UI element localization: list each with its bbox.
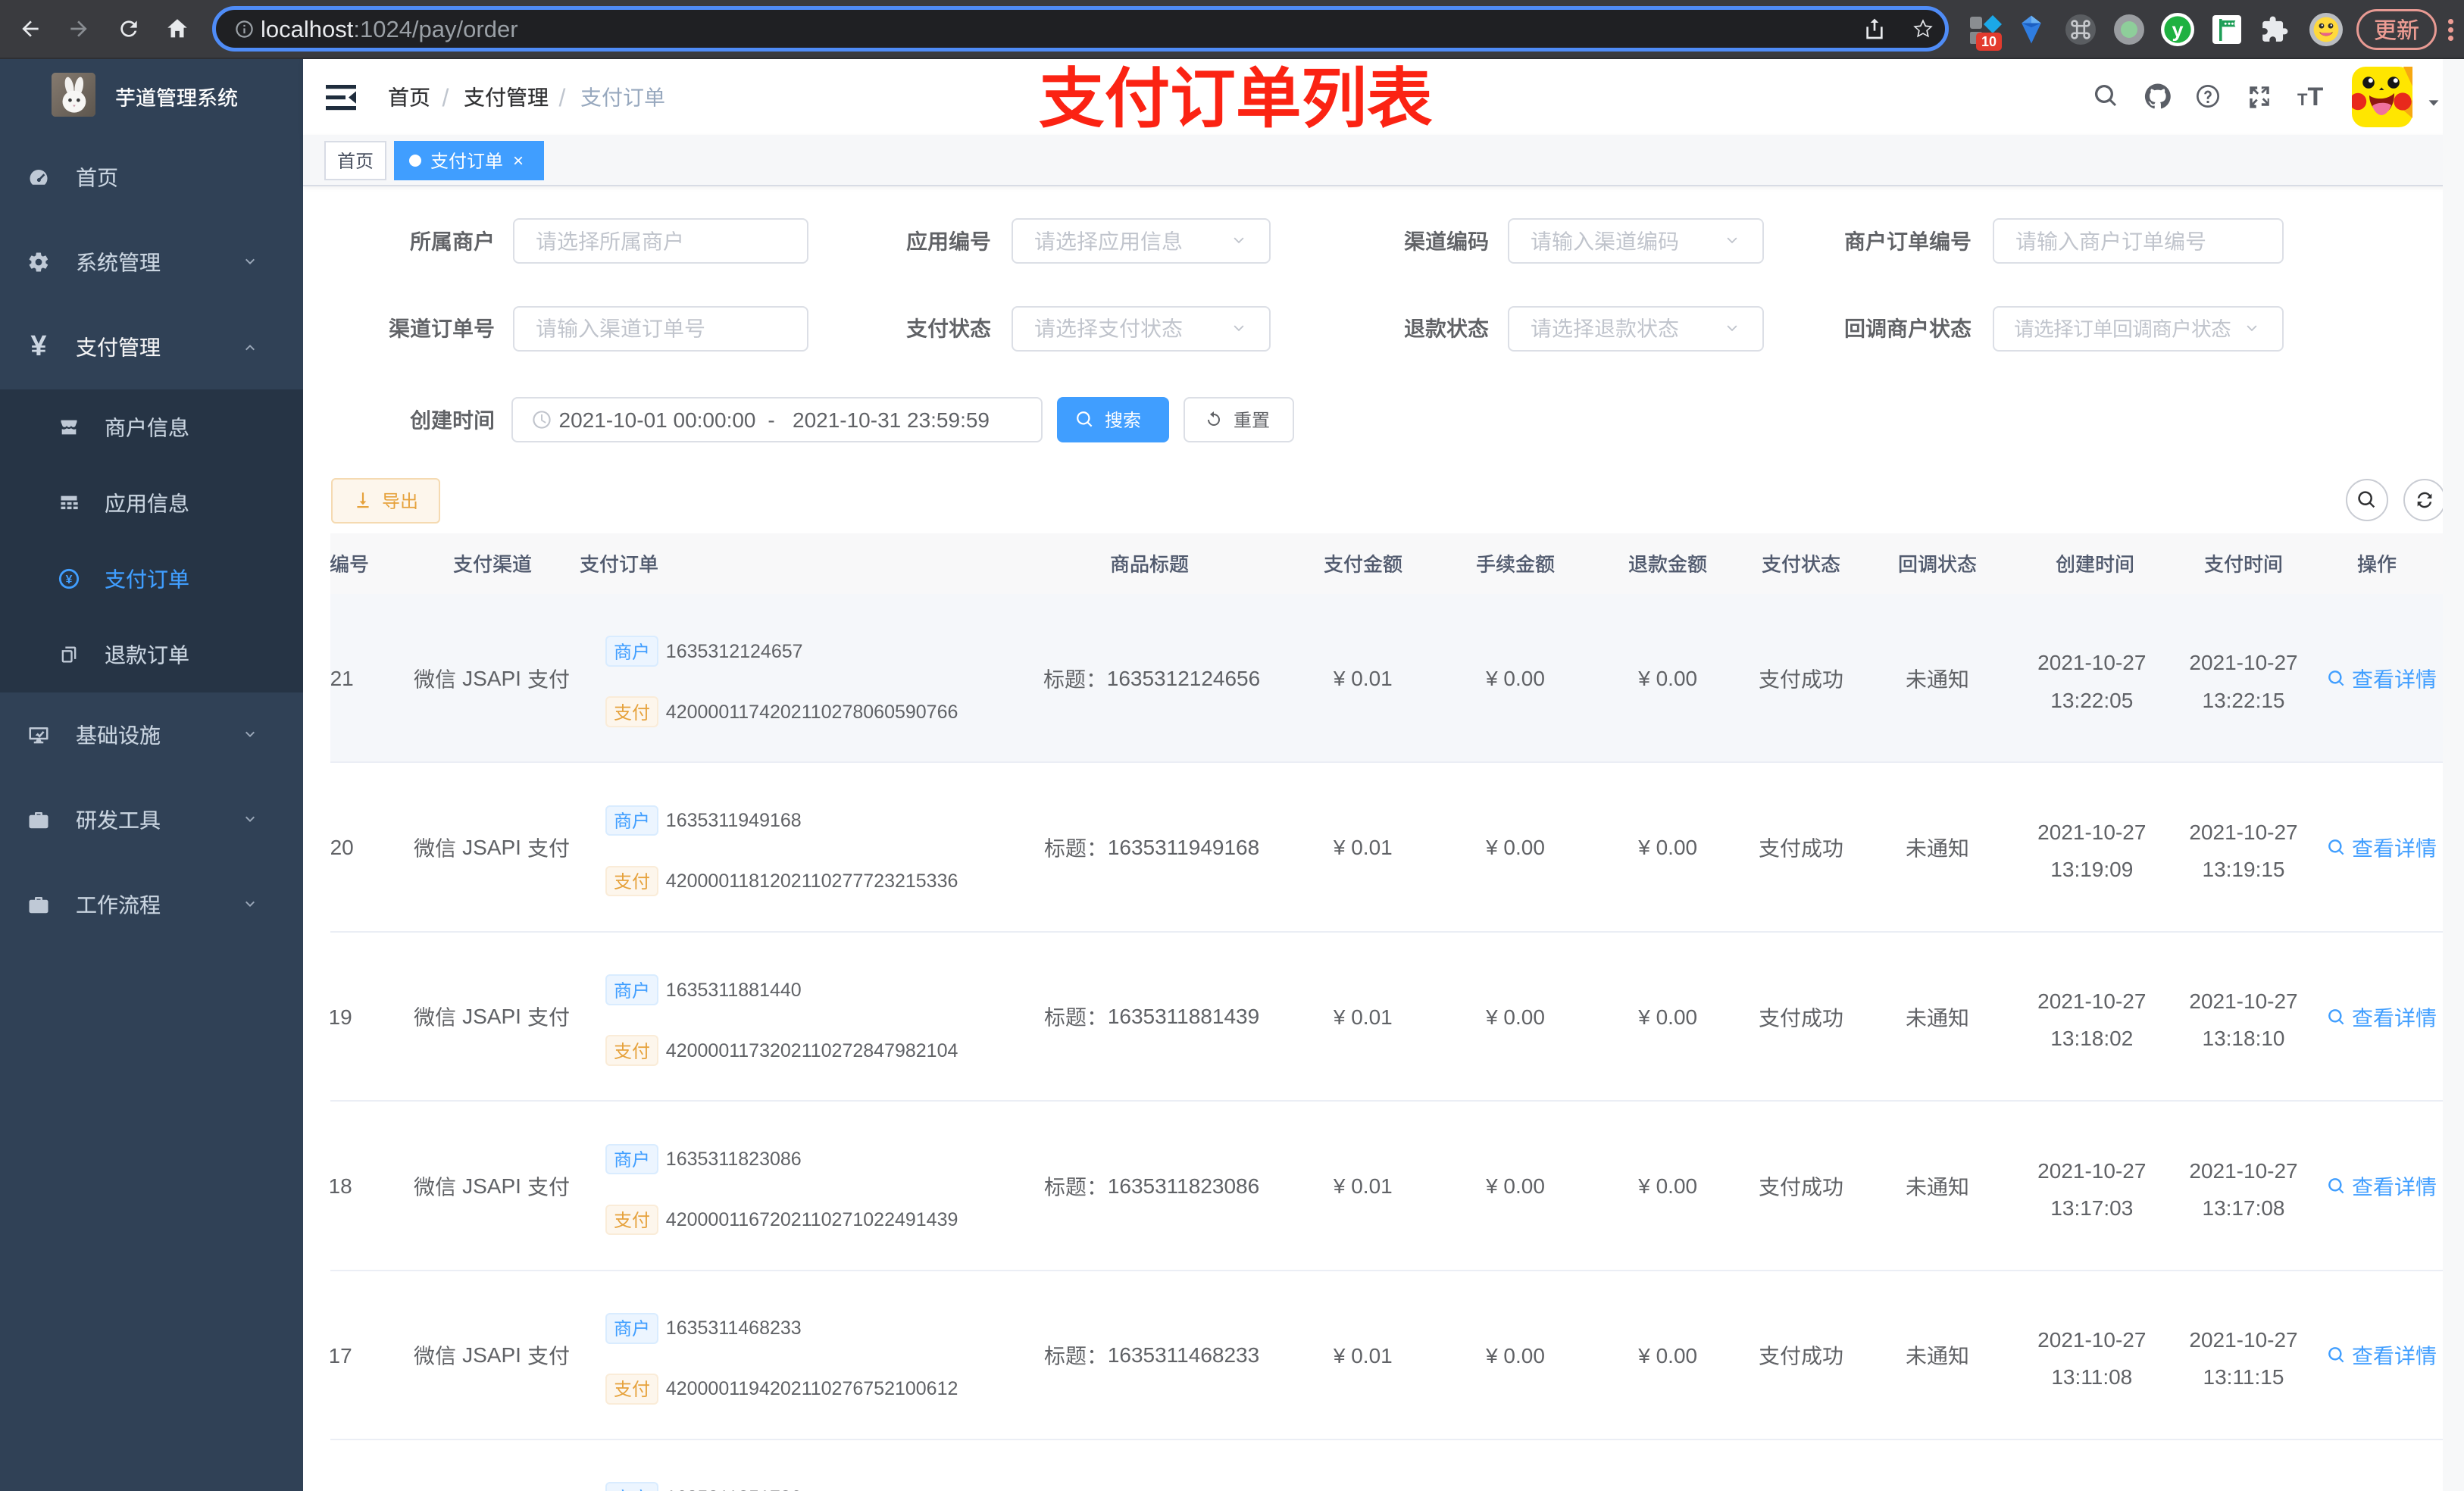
svg-text:y: y: [2172, 19, 2183, 42]
svg-text:¥: ¥: [66, 574, 73, 586]
